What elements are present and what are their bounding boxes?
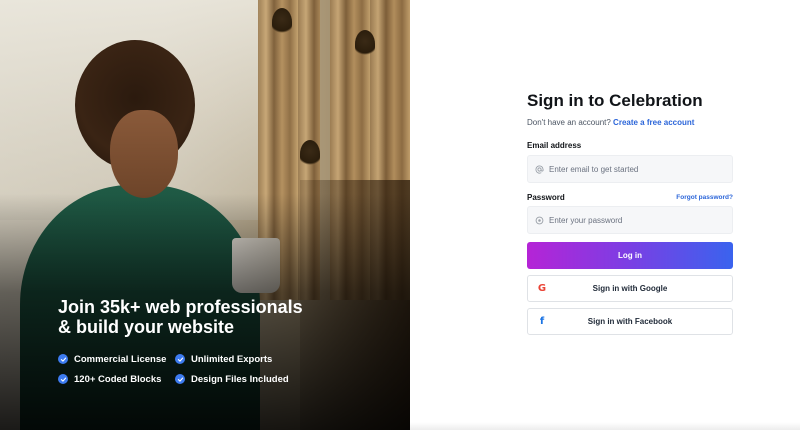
signup-prompt-text: Don't have an account? — [527, 118, 611, 127]
email-field[interactable] — [527, 155, 733, 183]
google-signin-label: Sign in with Google — [592, 284, 668, 293]
page-title: Sign in to Celebration — [527, 91, 703, 110]
feature-item: Unlimited Exports — [175, 353, 355, 365]
hero-title-line1: Join 35k+ web professionals — [58, 297, 303, 317]
email-label: Email address — [527, 141, 582, 150]
create-account-link[interactable]: Create a free account — [613, 118, 694, 127]
hero-title-line2: & build your website — [58, 317, 235, 337]
feature-item: 120+ Coded Blocks — [58, 373, 175, 385]
signup-prompt: Don't have an account? Create a free acc… — [527, 118, 733, 127]
feature-label: Commercial License — [74, 353, 167, 365]
feature-item: Design Files Included — [175, 373, 355, 385]
facebook-signin-label: Sign in with Facebook — [587, 317, 673, 326]
check-circle-icon — [58, 354, 68, 364]
feature-label: 120+ Coded Blocks — [74, 373, 162, 385]
check-circle-icon — [175, 374, 185, 384]
check-circle-icon — [58, 374, 68, 384]
check-circle-icon — [175, 354, 185, 364]
login-button[interactable]: Log in — [527, 242, 733, 269]
feature-label: Unlimited Exports — [191, 353, 273, 365]
lock-icon — [535, 216, 544, 225]
sign-in-form: Sign in to Celebration Don't have an acc… — [527, 90, 733, 335]
facebook-signin-button[interactable]: f Sign in with Facebook — [527, 308, 733, 335]
password-input[interactable] — [549, 215, 719, 225]
google-icon: G — [537, 283, 547, 294]
email-input[interactable] — [549, 164, 719, 174]
at-sign-icon — [535, 165, 544, 174]
hero-title: Join 35k+ web professionals & build your… — [58, 297, 388, 337]
forgot-password-link[interactable]: Forgot password? — [676, 194, 733, 201]
google-signin-button[interactable]: G Sign in with Google — [527, 275, 733, 302]
facebook-icon: f — [539, 316, 545, 327]
hero-image-panel: Join 35k+ web professionals & build your… — [0, 0, 410, 430]
password-label: Password — [527, 193, 565, 202]
feature-list: Commercial License Unlimited Exports 120… — [58, 353, 358, 385]
feature-label: Design Files Included — [191, 373, 289, 385]
bottom-edge-shadow — [410, 422, 800, 430]
password-field[interactable] — [527, 206, 733, 234]
feature-item: Commercial License — [58, 353, 175, 365]
